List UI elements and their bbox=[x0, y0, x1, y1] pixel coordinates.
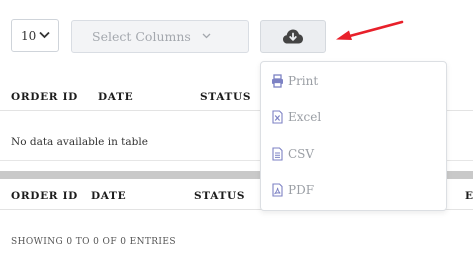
column-header-date[interactable]: DATE bbox=[98, 91, 133, 103]
export-dropdown-menu: Print Excel CSV PDF bbox=[260, 61, 447, 211]
column-header-order-id[interactable]: ORDER ID bbox=[11, 91, 78, 103]
menu-item-label: CSV bbox=[288, 147, 315, 161]
chevron-down-icon bbox=[202, 33, 211, 38]
column-footer-status: STATUS bbox=[194, 190, 246, 202]
select-columns-dropdown[interactable]: Select Columns bbox=[71, 20, 249, 53]
export-button[interactable] bbox=[260, 20, 326, 53]
red-arrow-pointer bbox=[336, 20, 404, 40]
empty-table-message: No data available in table bbox=[11, 136, 148, 148]
select-columns-placeholder: Select Columns bbox=[92, 29, 191, 44]
menu-item-print[interactable]: Print bbox=[271, 71, 318, 91]
excel-file-icon bbox=[272, 110, 283, 124]
page-length-select[interactable]: 10 bbox=[11, 19, 59, 52]
menu-item-pdf[interactable]: PDF bbox=[271, 180, 314, 200]
menu-item-excel[interactable]: Excel bbox=[271, 107, 321, 127]
cloud-download-icon bbox=[283, 29, 303, 44]
column-footer-order-id: ORDER ID bbox=[11, 190, 78, 202]
printer-icon bbox=[272, 74, 283, 88]
menu-item-label: Excel bbox=[288, 110, 322, 124]
csv-file-icon bbox=[272, 147, 283, 161]
column-footer-partial: E bbox=[465, 190, 473, 202]
menu-item-csv[interactable]: CSV bbox=[271, 144, 314, 164]
column-footer-date: DATE bbox=[91, 190, 127, 202]
column-header-status[interactable]: STATUS bbox=[200, 91, 251, 103]
menu-item-label: Print bbox=[288, 74, 319, 88]
chevron-down-icon bbox=[39, 31, 50, 39]
table-info: SHOWING 0 TO 0 OF 0 ENTRIES bbox=[11, 237, 176, 247]
page-length-value: 10 bbox=[21, 28, 37, 43]
menu-item-label: PDF bbox=[288, 183, 315, 197]
pdf-file-icon bbox=[272, 183, 283, 197]
